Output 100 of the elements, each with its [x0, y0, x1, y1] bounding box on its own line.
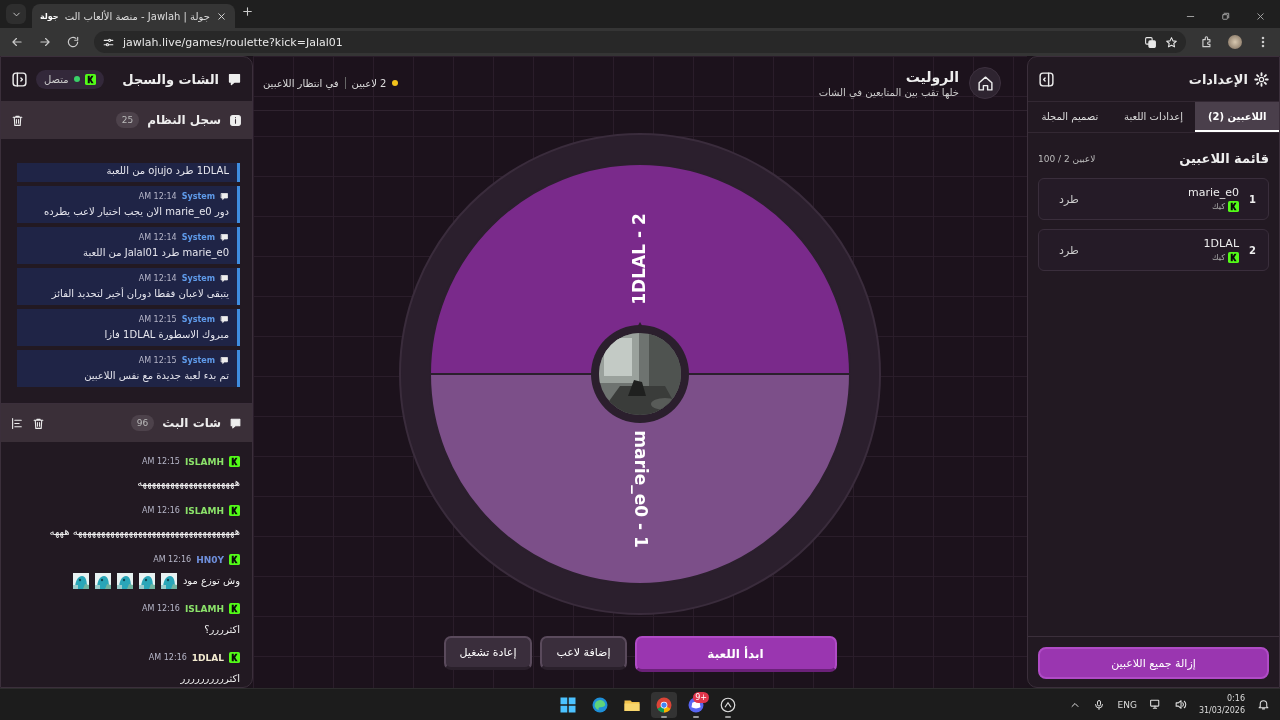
taskbar-button[interactable]: 9+ — [683, 691, 709, 718]
message-text: هههههههههههههههههههههه — [137, 476, 240, 491]
close-icon[interactable] — [1255, 11, 1266, 22]
chat-icon — [220, 274, 229, 283]
logo-icon — [1228, 252, 1240, 263]
tab-title: جولة | Jawlah - منصة الألعاب الت — [64, 10, 210, 22]
player-number: 1 — [1249, 193, 1256, 205]
timestamp: 12:16 AM — [142, 506, 180, 515]
reload-icon[interactable] — [66, 35, 80, 49]
close-icon[interactable] — [215, 10, 227, 22]
chat-icon — [220, 356, 229, 365]
log-text: 1DLAL طرد ojujo من اللعبة — [106, 165, 229, 176]
message-text: اكثرررر؟ — [204, 623, 240, 637]
count-badge: 25 — [115, 112, 140, 128]
section-title: شات البث — [162, 416, 221, 430]
logo-icon — [229, 505, 240, 516]
timestamp: 12:14 AM — [138, 274, 177, 283]
log-text: يتبقى لاعبان فقطا دوران أخير لتحديد الفائز — [51, 288, 229, 299]
sender-name: System — [181, 274, 215, 283]
player-count: 2 لاعبين — [351, 77, 387, 89]
platform-label: كيك — [1212, 202, 1226, 211]
list-title: قائمة اللاعبين — [1179, 151, 1269, 166]
username: ISLAMH — [184, 603, 224, 614]
logo-icon — [229, 456, 240, 467]
chat-icon — [220, 233, 229, 242]
start-icon — [559, 695, 577, 714]
kick-button[interactable]: طرد — [1051, 192, 1087, 206]
browser-icon — [591, 695, 609, 714]
address-bar[interactable]: jawlah.live/games/roulette?kick=Jalal01 — [94, 31, 1186, 53]
new-tab-icon[interactable] — [240, 5, 254, 18]
logo-icon — [1228, 201, 1240, 212]
trash-icon[interactable] — [32, 416, 45, 430]
log-text: مبروك الاسطورة 1DLAL فازا — [104, 329, 229, 340]
player-capacity: 100 / 2 لاعبين — [1038, 153, 1096, 164]
timestamp: 12:15 AM — [142, 457, 180, 466]
translate-icon[interactable] — [1144, 35, 1157, 49]
sort-icon[interactable] — [11, 416, 24, 430]
log-text: marie_e0 طرد Jalal01 من اللعبة — [83, 247, 229, 258]
action-button[interactable]: إعادة تشغيل — [443, 636, 533, 670]
timestamp: 12:15 AM — [138, 315, 177, 324]
volume-icon[interactable] — [1173, 698, 1187, 711]
app-icon — [719, 695, 737, 714]
clock[interactable]: 0:16 31/03/2026 — [1198, 692, 1245, 717]
microphone-icon[interactable] — [1093, 698, 1106, 711]
timestamp: 12:14 AM — [138, 233, 177, 242]
username: ISLAMH — [184, 505, 224, 516]
remove-all-button[interactable]: إزالة جميع اللاعبين — [1038, 647, 1269, 679]
extensions-icon[interactable] — [1200, 35, 1214, 49]
language-indicator[interactable]: ENG — [1117, 699, 1137, 710]
page-subtitle: خلها تقب بين المتابعين في الشات — [818, 86, 959, 98]
page-title: الروليت — [904, 68, 959, 85]
info-icon — [229, 113, 242, 127]
log-text: دور marie_e0 الان يجب اختيار لاعب يطرده — [43, 206, 229, 217]
timestamp: 12:16 AM — [142, 604, 180, 613]
clock-time: 0:16 — [1227, 692, 1245, 705]
notification-bell-icon[interactable] — [1257, 698, 1270, 711]
kick-button[interactable]: طرد — [1051, 243, 1087, 257]
action-button[interactable]: إضافة لاعب — [540, 636, 627, 670]
browser-tab[interactable]: جولة جولة | Jawlah - منصة الألعاب الت — [32, 4, 235, 28]
trash-icon[interactable] — [11, 113, 24, 127]
logo-icon — [229, 554, 240, 565]
chat-icon — [227, 71, 242, 87]
home-icon[interactable] — [976, 74, 994, 92]
count-badge: 96 — [130, 415, 155, 431]
tab[interactable]: اللاعبين (2) — [1195, 102, 1279, 132]
sender-name: System — [181, 356, 215, 365]
player-number: 2 — [1249, 244, 1256, 256]
segment-label: marie_e0 - 1 — [631, 429, 651, 548]
panel-title: الإعدادات — [1188, 71, 1248, 87]
game-status: في انتظار اللاعبين — [263, 77, 339, 89]
bookmark-star-icon[interactable] — [1165, 35, 1178, 49]
logo-icon — [229, 652, 240, 663]
url-text: jawlah.live/games/roulette?kick=Jalal01 — [123, 35, 343, 49]
player-name: 1DLAL — [1203, 237, 1240, 250]
chat-icon — [229, 416, 242, 430]
message-text: هههههههههههههههههههههههههههههههههههه هههه — [49, 525, 240, 540]
tab[interactable]: تصميم المجلة — [1028, 102, 1112, 132]
back-icon[interactable] — [10, 35, 24, 49]
logo-icon — [229, 603, 240, 614]
taskbar-button[interactable] — [651, 691, 677, 718]
forward-icon[interactable] — [38, 35, 52, 49]
collapse-panel-icon[interactable] — [11, 70, 28, 88]
username: ISLAMH — [184, 456, 224, 467]
timestamp: 12:16 AM — [148, 653, 187, 662]
timestamp: 12:15 AM — [138, 356, 177, 365]
start-button[interactable]: ابدأ اللعبة — [634, 636, 837, 672]
sender-name: System — [181, 315, 215, 324]
segment-label: 1DLAL - 2 — [629, 212, 649, 305]
network-icon[interactable] — [1148, 698, 1162, 711]
message-text: اكثرررررررررر — [180, 672, 240, 686]
favicon: جولة — [40, 11, 59, 21]
settings-icon — [1254, 71, 1269, 87]
status-label: متصل — [44, 73, 69, 85]
restore-icon[interactable] — [1220, 11, 1231, 22]
platform-label: كيك — [1212, 253, 1226, 262]
home-button[interactable] — [969, 67, 1001, 99]
collapse-panel-icon[interactable] — [1038, 70, 1055, 88]
tab[interactable]: إعدادات اللعبة — [1111, 102, 1196, 132]
timestamp: 12:14 AM — [138, 192, 177, 201]
avatar[interactable] — [1228, 35, 1242, 49]
